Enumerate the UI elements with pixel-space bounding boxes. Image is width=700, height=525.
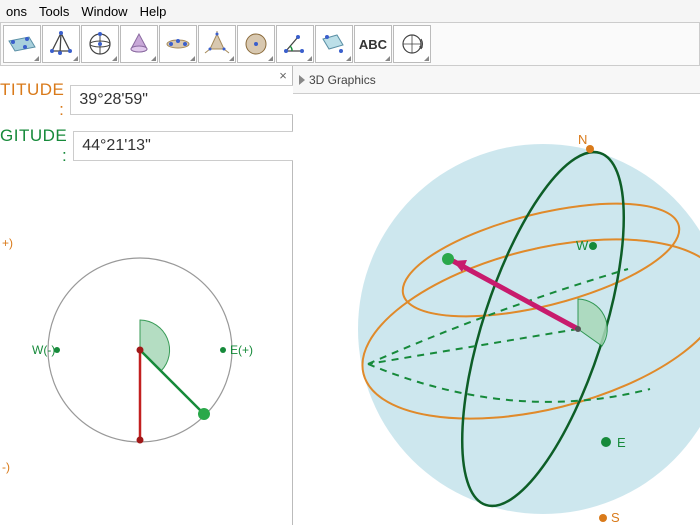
menu-item-help[interactable]: Help xyxy=(140,4,167,19)
menu-item-window[interactable]: Window xyxy=(81,4,127,19)
longitude-label: GITUDE : xyxy=(0,126,67,166)
disclose-icon xyxy=(299,75,305,85)
panel-3d-header[interactable]: 3D Graphics xyxy=(293,66,700,94)
close-icon[interactable]: × xyxy=(274,66,292,84)
north-label-3d: N xyxy=(578,132,587,147)
tool-sphere-center-point[interactable] xyxy=(81,25,119,63)
west-label-2d: W(-) xyxy=(32,343,55,357)
latitude-input[interactable] xyxy=(70,85,295,115)
algebra-panel: × TITUDE : GITUDE : +) -) W(-) E(+) xyxy=(0,66,293,525)
coordinate-inputs: TITUDE : GITUDE : xyxy=(0,66,292,178)
tool-circle-axis-point[interactable] xyxy=(237,25,275,63)
longitude-input[interactable] xyxy=(73,131,298,161)
tool-angle[interactable] xyxy=(276,25,314,63)
south-minus-label: -) xyxy=(2,460,10,474)
tool-intersect-surfaces[interactable] xyxy=(159,25,197,63)
tool-pyramid[interactable] xyxy=(42,25,80,63)
west-label-3d: W xyxy=(576,238,589,253)
tool-cone[interactable] xyxy=(120,25,158,63)
north-plus-label: +) xyxy=(2,236,13,250)
toolbar: ABC xyxy=(0,22,700,66)
text-icon-label: ABC xyxy=(359,37,387,52)
east-label-3d: E xyxy=(617,435,626,450)
diagram-2d: +) -) W(-) E(+) xyxy=(0,178,292,518)
tool-text[interactable]: ABC xyxy=(354,25,392,63)
latitude-label: TITUDE : xyxy=(0,80,64,120)
tool-rotate-view[interactable] xyxy=(393,25,431,63)
menu-bar: ons Tools Window Help xyxy=(0,0,700,22)
view-3d[interactable]: N S W E xyxy=(293,94,700,525)
tool-plane-through-points[interactable] xyxy=(3,25,41,63)
menu-item-fragment[interactable]: ons xyxy=(6,4,27,19)
panel-3d-title: 3D Graphics xyxy=(309,73,376,87)
menu-item-tools[interactable]: Tools xyxy=(39,4,69,19)
tool-net[interactable] xyxy=(198,25,236,63)
east-label-2d: E(+) xyxy=(230,343,253,357)
graphics-3d-panel: 3D Graphics xyxy=(293,66,700,525)
south-label-3d: S xyxy=(611,510,620,525)
tool-reflect-plane[interactable] xyxy=(315,25,353,63)
